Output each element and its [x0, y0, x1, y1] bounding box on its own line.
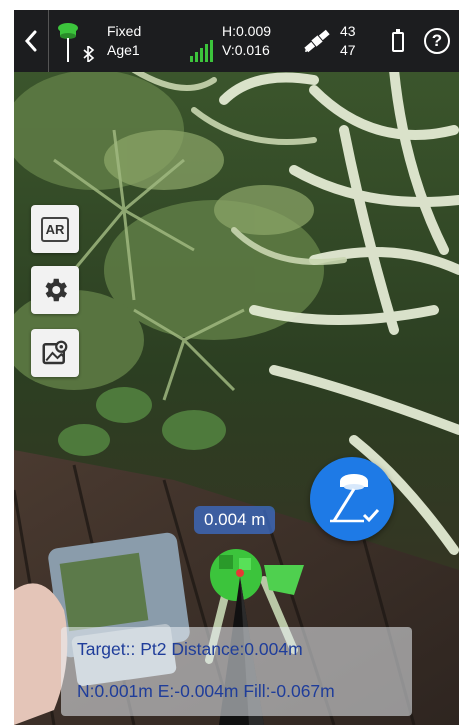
bluetooth-icon: [83, 46, 95, 62]
offset-fill-line: N:0.001m E:-0.004m Fill:-0.067m: [77, 681, 335, 701]
camera-view: [14, 10, 459, 725]
stakeout-pole-icon: [330, 474, 380, 523]
stakeout-confirm-button[interactable]: [310, 457, 394, 541]
horizontal-precision: H:0.009: [222, 23, 272, 39]
satellites-visible: 47: [340, 42, 356, 58]
help-button[interactable]: ?: [424, 28, 450, 54]
precision-block: H:0.009 V:0.016: [222, 22, 271, 60]
photo-location-icon: [42, 340, 68, 365]
photo-location-button[interactable]: [31, 329, 79, 377]
correction-age: Age1: [107, 42, 140, 58]
satellite-icon: [304, 29, 330, 53]
fix-status-block: Fixed Age1: [107, 22, 141, 60]
back-button[interactable]: [14, 10, 49, 72]
satellites-used: 43: [340, 23, 356, 39]
signal-strength-icon: [190, 40, 213, 62]
distance-label: 0.004 m: [194, 506, 276, 534]
battery-icon: [392, 29, 404, 52]
rtk-receiver-icon: [58, 23, 78, 62]
settings-button[interactable]: [31, 266, 79, 314]
help-icon: ?: [431, 31, 443, 50]
stakeout-info-panel: Target:: Pt2 Distance:0.004m N:0.001m E:…: [61, 627, 412, 716]
back-arrow-icon: [24, 30, 37, 52]
app-frame: Fixed Age1 H:0.009 V:0.016 43 47 ? AR 0.…: [14, 10, 459, 725]
vertical-precision: V:0.016: [222, 42, 270, 58]
target-distance-line: Target:: Pt2 Distance:0.004m: [77, 639, 303, 659]
fix-status: Fixed: [107, 23, 142, 39]
satellite-count-block: 43 47: [340, 22, 356, 60]
status-bar: Fixed Age1 H:0.009 V:0.016 43 47 ?: [14, 10, 459, 72]
ar-icon: AR: [40, 216, 70, 242]
ar-button[interactable]: AR: [31, 205, 79, 253]
settings-gear-icon: [45, 278, 67, 302]
